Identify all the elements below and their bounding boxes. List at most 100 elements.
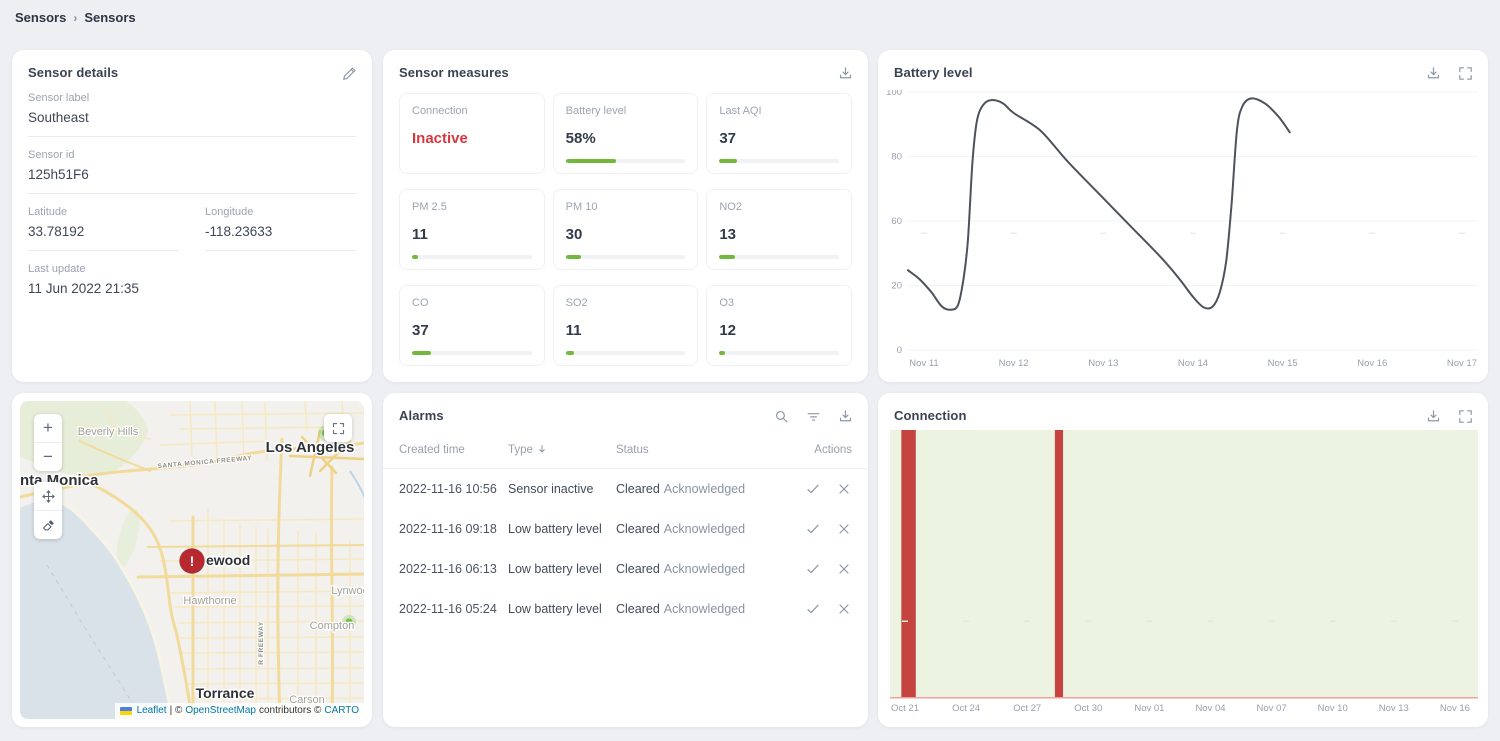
detail-field-label: Last update: [28, 263, 356, 275]
measure-tile: NO2 13: [706, 189, 852, 270]
measure-value: 11: [566, 322, 686, 339]
measure-label: SO2: [566, 297, 686, 309]
zoom-out-button[interactable]: −: [34, 442, 62, 471]
alarm-type: Low battery level: [508, 562, 616, 576]
dismiss-x-icon[interactable]: [836, 481, 852, 497]
sensor-measures-title: Sensor measures: [399, 65, 509, 80]
measure-value: 12: [719, 322, 839, 339]
map-fullscreen-button[interactable]: [324, 414, 352, 442]
measure-progress: [412, 351, 532, 355]
download-icon[interactable]: [837, 408, 854, 425]
svg-text:Oct 30: Oct 30: [1074, 703, 1102, 714]
detail-field-value: -118.23633: [205, 224, 356, 251]
svg-text:Nov 15: Nov 15: [1268, 358, 1298, 369]
download-icon[interactable]: [837, 65, 854, 82]
move-arrows-icon: [41, 489, 56, 504]
alarm-created-time: 2022-11-16 05:24: [399, 602, 508, 616]
svg-text:80: 80: [891, 152, 902, 163]
svg-text:Nov 04: Nov 04: [1195, 703, 1225, 714]
measure-progress-fill: [566, 351, 574, 355]
detail-field: Sensor label Southeast: [28, 92, 356, 137]
acknowledge-check-icon[interactable]: [805, 601, 821, 617]
attribution-separator: | ©: [170, 705, 183, 716]
column-status[interactable]: Status: [616, 444, 788, 456]
acknowledge-check-icon[interactable]: [805, 561, 821, 577]
table-row[interactable]: 2022-11-16 10:56 Sensor inactive Cleared…: [383, 469, 868, 509]
breadcrumb-item-current: Sensors: [84, 10, 135, 25]
measure-tiles: Connection Inactive Battery level 58% La…: [383, 82, 868, 366]
search-icon[interactable]: [773, 408, 790, 425]
measure-label: Connection: [412, 105, 532, 117]
edit-pencil-icon[interactable]: [341, 65, 358, 82]
acknowledge-check-icon[interactable]: [805, 481, 821, 497]
alert-marker[interactable]: !: [180, 549, 205, 574]
attribution-contributors: contributors ©: [259, 705, 321, 716]
measure-label: NO2: [719, 201, 839, 213]
breadcrumb-item-sensors[interactable]: Sensors: [15, 10, 66, 25]
sort-desc-arrow-icon[interactable]: [536, 443, 548, 455]
column-type[interactable]: Type: [508, 443, 616, 456]
carto-link[interactable]: CARTO: [324, 705, 359, 716]
measure-tile: Last AQI 37: [706, 93, 852, 174]
alarm-status-cleared: Cleared: [616, 602, 660, 616]
alarm-status: Cleared Acknowledged: [616, 562, 788, 576]
sensor-measures-card: Sensor measures Connection Inactive Batt…: [383, 50, 868, 382]
fullscreen-icon: [331, 421, 346, 436]
svg-text:Hawthorne: Hawthorne: [183, 595, 236, 607]
svg-text:Beverly Hills: Beverly Hills: [78, 426, 139, 438]
svg-text:!: !: [190, 553, 195, 569]
alarm-created-time: 2022-11-16 06:13: [399, 562, 508, 576]
measure-tile: SO2 11: [553, 285, 699, 366]
alarm-status-acknowledged: Acknowledged: [664, 482, 745, 496]
table-row[interactable]: 2022-11-16 05:24 Low battery level Clear…: [383, 589, 868, 629]
measure-progress: [412, 255, 532, 259]
svg-text:R FREEWAY: R FREEWAY: [258, 621, 265, 665]
svg-text:Nov 16: Nov 16: [1440, 703, 1470, 714]
measure-progress: [719, 255, 839, 259]
map-canvas: Beverly HillsLos Angelesnta MonicaSANTA …: [20, 401, 364, 719]
filter-icon[interactable]: [805, 408, 822, 425]
zoom-in-button[interactable]: +: [34, 414, 62, 442]
acknowledge-check-icon[interactable]: [805, 521, 821, 537]
pan-tool-button[interactable]: [34, 482, 62, 510]
download-icon[interactable]: [1425, 65, 1442, 82]
svg-text:Torrance: Torrance: [196, 685, 255, 701]
alarm-status-cleared: Cleared: [616, 522, 660, 536]
column-created-time[interactable]: Created time: [399, 444, 508, 456]
alarm-type: Sensor inactive: [508, 482, 616, 496]
svg-text:Nov 01: Nov 01: [1134, 703, 1164, 714]
map-attribution: Leaflet | © OpenStreetMapcontributors ©C…: [115, 703, 364, 719]
table-row[interactable]: 2022-11-16 06:13 Low battery level Clear…: [383, 549, 868, 589]
eraser-tool-button[interactable]: [34, 510, 62, 539]
map-tools-control: [34, 482, 62, 539]
measure-tile: O3 12: [706, 285, 852, 366]
osm-link[interactable]: OpenStreetMap: [185, 705, 256, 716]
dismiss-x-icon[interactable]: [836, 601, 852, 617]
measure-value: 37: [412, 322, 532, 339]
alarm-created-time: 2022-11-16 09:18: [399, 522, 508, 536]
svg-text:100: 100: [886, 90, 902, 98]
fullscreen-icon[interactable]: [1457, 65, 1474, 82]
dismiss-x-icon[interactable]: [836, 521, 852, 537]
measure-label: Last AQI: [719, 105, 839, 117]
leaflet-link[interactable]: Leaflet: [137, 705, 167, 716]
map[interactable]: Beverly HillsLos Angelesnta MonicaSANTA …: [20, 401, 364, 719]
svg-text:Nov 12: Nov 12: [999, 358, 1029, 369]
alarm-actions: [788, 481, 852, 497]
svg-text:Nov 17: Nov 17: [1447, 358, 1477, 369]
svg-text:60: 60: [891, 216, 902, 227]
measure-label: PM 10: [566, 201, 686, 213]
battery-level-chart: 1008060200Nov 11Nov 12Nov 13Nov 14Nov 15…: [878, 90, 1488, 382]
alarm-status-acknowledged: Acknowledged: [664, 602, 745, 616]
alarm-status-acknowledged: Acknowledged: [664, 562, 745, 576]
measure-progress-fill: [719, 255, 735, 259]
measure-value: 11: [412, 226, 532, 243]
dismiss-x-icon[interactable]: [836, 561, 852, 577]
alarm-status-cleared: Cleared: [616, 562, 660, 576]
measure-value: 30: [566, 226, 686, 243]
measure-label: CO: [412, 297, 532, 309]
alarm-created-time: 2022-11-16 10:56: [399, 482, 508, 496]
alarm-status: ClearedAcknowledged: [616, 522, 788, 536]
svg-text:Nov 10: Nov 10: [1318, 703, 1348, 714]
table-row[interactable]: 2022-11-16 09:18 Low battery level Clear…: [383, 509, 868, 549]
